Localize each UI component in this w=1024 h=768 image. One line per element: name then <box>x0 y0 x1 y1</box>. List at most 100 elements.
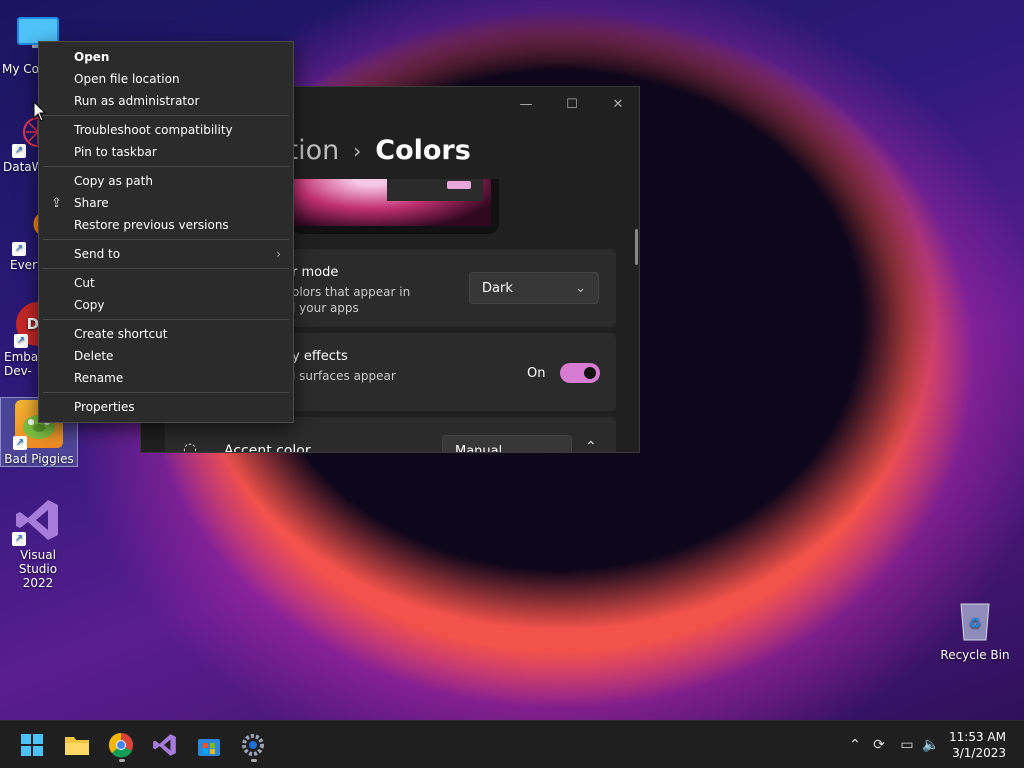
menu-item-delete[interactable]: Delete <box>39 345 293 367</box>
menu-separator <box>43 166 289 167</box>
mode-desc-line-1: olors that appear in <box>292 285 411 299</box>
clock-date: 3/1/2023 <box>952 746 1006 760</box>
menu-item-label: Share <box>74 196 109 210</box>
scrollbar-thumb[interactable] <box>635 229 638 265</box>
menu-item-rename[interactable]: Rename <box>39 367 293 389</box>
network-icon[interactable]: ▭ <box>895 731 919 759</box>
taskbar-visual-studio[interactable] <box>147 727 183 763</box>
mode-desc-line-2: l your apps <box>292 301 359 315</box>
maximize-button[interactable]: ☐ <box>563 95 581 113</box>
desktop-icon-label: Recycle Bin <box>940 648 1010 662</box>
menu-separator <box>43 392 289 393</box>
chevron-right-icon: › <box>353 138 362 163</box>
volume-icon[interactable]: 🔈 <box>919 731 943 759</box>
accent-dropdown[interactable]: Manual ⌄ <box>442 435 572 453</box>
file-explorer-icon <box>65 737 89 755</box>
taskbar-store[interactable] <box>191 727 227 763</box>
chevron-down-icon: ⌄ <box>548 443 559 453</box>
shortcut-arrow-icon: ↗ <box>14 334 28 348</box>
menu-item-run-as-admin[interactable]: Run as administrator <box>39 90 293 112</box>
taskbar-file-explorer[interactable] <box>59 727 95 763</box>
chevron-right-icon: › <box>276 247 281 261</box>
menu-separator <box>43 319 289 320</box>
menu-item-label: Send to <box>74 247 121 261</box>
menu-item-label: Restore previous versions <box>74 218 229 232</box>
shortcut-arrow-icon: ↗ <box>12 144 26 158</box>
chevron-up-icon[interactable]: ⌃ <box>843 731 867 759</box>
accent-title: Accent color <box>224 443 311 453</box>
shortcut-arrow-icon: ↗ <box>12 242 26 256</box>
menu-item-label: Open <box>74 50 110 64</box>
menu-item-restore-versions[interactable]: Restore previous versions <box>39 214 293 236</box>
start-button[interactable] <box>14 727 50 763</box>
running-indicator <box>251 759 257 762</box>
menu-item-label: Copy <box>74 298 105 312</box>
menu-item-copy[interactable]: Copy <box>39 294 293 316</box>
taskbar-chrome[interactable] <box>103 727 139 763</box>
effects-title: y effects <box>292 349 348 364</box>
preview-window-tile <box>387 179 483 201</box>
store-icon <box>198 739 220 756</box>
mode-dropdown[interactable]: Dark ⌄ <box>469 272 599 304</box>
mode-dropdown-value: Dark <box>482 280 513 296</box>
visual-studio-icon <box>153 734 176 756</box>
desktop-icon-label: Visual Studio 2022 <box>18 548 58 590</box>
mode-title: r mode <box>292 265 339 280</box>
running-indicator <box>119 759 125 762</box>
menu-separator <box>43 268 289 269</box>
menu-item-label: Open file location <box>74 72 180 86</box>
menu-item-copy-as-path[interactable]: Copy as path <box>39 170 293 192</box>
accent-dropdown-value: Manual <box>455 443 503 453</box>
breadcrumb: ation › Colors <box>271 135 471 166</box>
minimize-button[interactable]: — <box>517 95 535 113</box>
menu-item-label: Properties <box>74 400 135 414</box>
start-icon <box>21 734 43 756</box>
menu-item-label: Copy as path <box>74 174 153 188</box>
chevron-down-icon: ⌄ <box>575 280 586 296</box>
menu-item-properties[interactable]: Properties <box>39 396 293 418</box>
menu-item-label: Delete <box>74 349 114 363</box>
menu-item-pin-taskbar[interactable]: Pin to taskbar <box>39 141 293 163</box>
menu-item-troubleshoot[interactable]: Troubleshoot compatibility <box>39 119 293 141</box>
close-button[interactable]: ✕ <box>609 95 627 113</box>
chrome-icon <box>108 732 133 758</box>
clock-time: 11:53 AM <box>949 730 1006 744</box>
shortcut-arrow-icon: ↗ <box>12 532 26 546</box>
menu-separator <box>43 239 289 240</box>
context-menu: Open Open file location Run as administr… <box>38 41 294 423</box>
menu-item-open[interactable]: Open <box>39 46 293 68</box>
menu-item-share[interactable]: ⇪ Share <box>39 192 293 214</box>
menu-item-label: Run as administrator <box>74 94 200 108</box>
menu-item-label: Create shortcut <box>74 327 168 341</box>
mouse-cursor-icon <box>33 101 47 122</box>
menu-item-create-shortcut[interactable]: Create shortcut <box>39 323 293 345</box>
visual-studio-icon: ↗ <box>12 496 62 546</box>
menu-item-label: Troubleshoot compatibility <box>74 123 233 137</box>
menu-item-label: Rename <box>74 371 124 385</box>
effects-state: On <box>527 366 546 381</box>
theme-preview <box>291 179 499 234</box>
menu-item-cut[interactable]: Cut <box>39 272 293 294</box>
desktop-icon-label: Bad Piggies <box>4 452 74 466</box>
menu-item-label: Pin to taskbar <box>74 145 157 159</box>
desktop-icon-visual-studio[interactable]: ↗ Visual Studio 2022 <box>0 496 76 590</box>
menu-item-label: Cut <box>74 276 95 290</box>
palette-icon: ◌ <box>183 439 197 453</box>
page-title: Colors <box>375 135 471 166</box>
settings-icon <box>242 734 264 756</box>
recycle-bin-icon: ♻ <box>951 596 999 644</box>
menu-item-open-file-location[interactable]: Open file location <box>39 68 293 90</box>
system-clock[interactable]: 11:53 AM 3/1/2023 <box>949 729 1006 761</box>
chevron-up-icon[interactable]: ⌃ <box>585 439 597 452</box>
menu-item-send-to[interactable]: Send to › <box>39 243 293 265</box>
transparency-toggle[interactable] <box>560 363 600 383</box>
taskbar: ⌃ ⟳ ▭ 🔈 11:53 AM 3/1/2023 <box>0 720 1024 768</box>
shortcut-arrow-icon: ↗ <box>13 436 27 450</box>
desktop-icon-recycle-bin[interactable]: ♻ Recycle Bin <box>937 596 1013 662</box>
svg-text:♻: ♻ <box>969 616 982 632</box>
taskbar-settings[interactable] <box>235 727 271 763</box>
menu-separator <box>43 115 289 116</box>
effects-desc: l surfaces appear <box>292 369 396 383</box>
window-controls: — ☐ ✕ <box>517 95 627 113</box>
sync-icon[interactable]: ⟳ <box>867 731 891 759</box>
